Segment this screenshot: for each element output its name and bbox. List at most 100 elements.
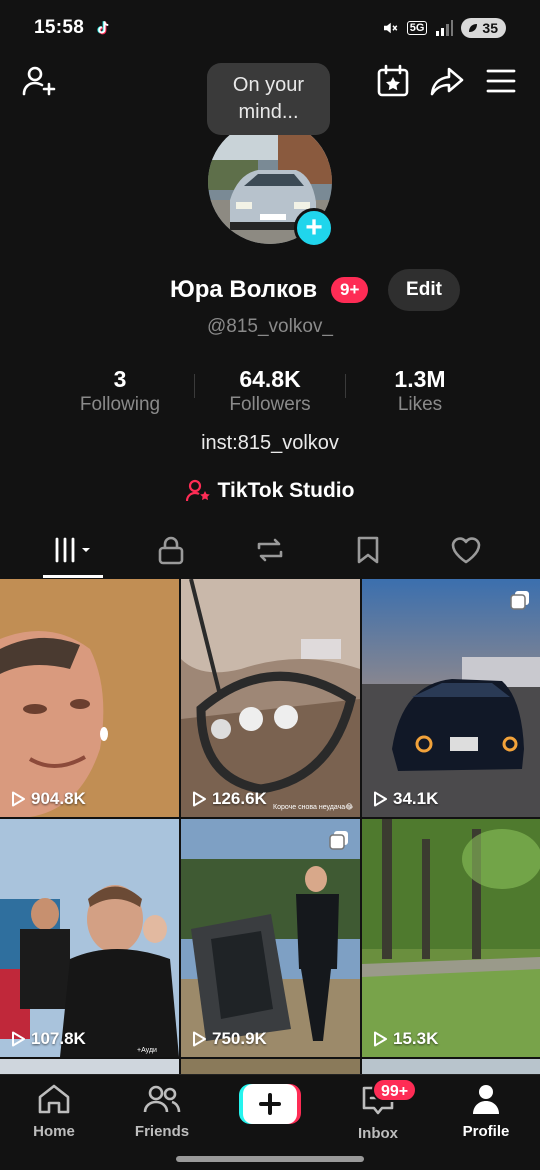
video-thumbnail[interactable]: 15.3K [362,819,540,1057]
repost-icon [257,538,283,562]
video-image [0,819,179,1057]
share-profile-button[interactable] [428,62,466,100]
video-thumbnail[interactable]: 904.8K [0,579,179,817]
play-icon [12,1031,25,1047]
stat-value: 64.8K [239,366,301,392]
battery-indicator: 35 [461,18,506,38]
stat-value: 3 [113,366,127,392]
add-story-button[interactable]: + [294,208,334,248]
view-count: 750.9K [191,1029,267,1049]
tab-reposts[interactable] [216,525,324,575]
creator-star-icon [185,479,210,502]
notification-badge[interactable]: 9+ [331,277,369,303]
video-thumbnail[interactable] [0,1059,179,1074]
tab-favorites[interactable] [314,525,422,575]
play-icon [374,1031,387,1047]
video-image [0,579,179,817]
on-your-mind-bubble[interactable]: On your mind... [207,63,330,135]
view-count-value: 107.8K [31,1029,86,1048]
stat-label: Likes [397,394,443,415]
add-friend-button[interactable] [20,62,58,100]
view-count: 107.8K [10,1029,86,1049]
video-thumbnail[interactable]: Короче снова неудача😂 126.6K [181,579,360,817]
edit-profile-button[interactable]: Edit [388,269,460,311]
video-grid: 904.8K Короче снова неудача😂 126.6K 34.1… [0,579,540,1074]
view-count-value: 750.9K [212,1029,267,1048]
home-icon [38,1084,70,1114]
stat-value: 1.3M [394,366,446,392]
network-label: 5G [406,21,428,35]
video-thumbnail[interactable]: 750.9K [181,819,360,1057]
stat-likes[interactable]: 1.3M Likes [345,364,495,416]
video-thumbnail[interactable] [362,1059,540,1074]
nav-friends[interactable]: Friends [108,1083,216,1145]
username: @815_volkov_ [207,316,333,337]
create-button[interactable] [239,1084,301,1124]
video-image [362,819,540,1057]
play-icon [193,1031,206,1047]
battery-saver-icon [469,24,478,32]
nav-label: Profile [462,1123,510,1140]
stat-followers[interactable]: 64.8K Followers [195,364,345,416]
calendar-star-icon [377,64,409,97]
plus-icon: + [305,211,323,244]
nav-label: Inbox [358,1125,398,1142]
status-bar: 15:58 5G 35 [0,0,540,56]
status-icons: 5G 35 [381,18,506,38]
profile-icon [473,1085,499,1114]
multi-photo-icon [510,591,529,610]
content-tabs [0,525,540,579]
play-icon [374,791,387,807]
studio-label: TikTok Studio [217,479,355,502]
add-user-icon [22,66,56,96]
view-count-value: 34.1K [393,789,439,808]
menu-button[interactable] [482,62,520,100]
calendar-button[interactable] [374,62,412,100]
stat-label: Followers [229,394,311,415]
bookmark-icon [357,536,379,564]
nav-label: Friends [134,1123,190,1140]
video-thumbnail[interactable] [181,1059,360,1074]
name-row: Юра Волков 9+ Edit [0,268,540,312]
view-count: 15.3K [372,1029,438,1049]
nav-profile[interactable]: Profile [432,1083,540,1145]
lock-icon [158,536,184,565]
view-count: 904.8K [10,789,86,809]
nav-home[interactable]: Home [0,1083,108,1145]
stat-following[interactable]: 3 Following [45,364,195,416]
video-thumbnail[interactable]: +Ауди 107.8K [0,819,179,1057]
heart-icon [451,537,481,564]
tiktok-studio-link[interactable]: TikTok Studio [0,476,540,506]
video-caption: Короче снова неудача😂 [273,804,354,811]
status-time: 15:58 [34,17,85,38]
mute-icon [383,22,398,34]
create-plus-icon [239,1084,301,1124]
tab-private[interactable] [117,525,225,575]
hamburger-menu-icon [486,69,516,93]
home-indicator[interactable] [176,1156,364,1162]
multi-photo-icon [329,831,348,850]
view-count: 34.1K [372,789,438,809]
nav-label: Home [33,1123,75,1140]
share-icon [430,67,464,96]
video-image [181,819,360,1057]
view-count-value: 904.8K [31,789,86,808]
video-image [362,579,540,817]
tab-liked[interactable] [412,525,520,575]
stat-label: Following [79,394,161,415]
video-image [181,579,360,817]
view-count: 126.6K [191,789,267,809]
video-thumbnail[interactable]: 34.1K [362,579,540,817]
view-count-value: 126.6K [212,789,267,808]
active-tab-indicator [43,575,103,578]
video-caption: +Ауди [137,1047,157,1054]
play-icon [193,791,206,807]
videos-grid-icon [55,537,90,563]
play-icon [12,791,25,807]
profile-stats: 3 Following 64.8K Followers 1.3M Likes [0,364,540,420]
battery-level: 35 [482,20,498,36]
view-count-value: 15.3K [393,1029,439,1048]
profile-bio: inst:815_volkov [201,432,339,454]
bottom-navigation: Home Friends Inbox 99+ Profile [0,1074,540,1148]
tab-videos[interactable] [20,525,128,575]
